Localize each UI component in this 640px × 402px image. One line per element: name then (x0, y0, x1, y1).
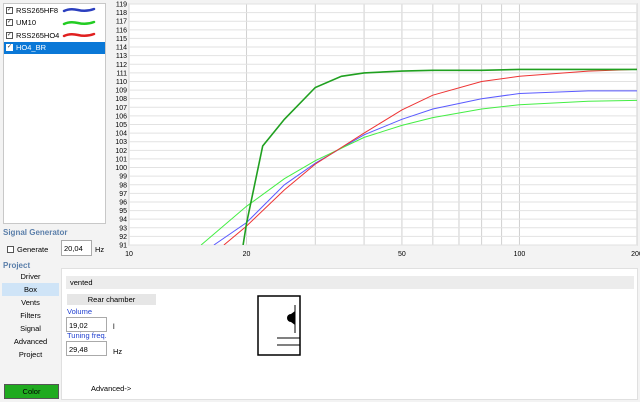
volume-label: Volume (67, 307, 93, 316)
nav-item-driver[interactable]: Driver (2, 270, 59, 283)
tuning-input[interactable]: 29,48 (66, 341, 107, 356)
nav-item-project[interactable]: Project (2, 348, 59, 361)
series-color-swatch (62, 20, 96, 25)
series-checkbox[interactable]: ✓ (6, 31, 13, 39)
y-tick-label: 93 (119, 225, 127, 232)
y-tick-label: 101 (115, 156, 127, 163)
advanced-link[interactable]: Advanced-> (91, 384, 131, 393)
y-tick-label: 105 (115, 122, 127, 129)
y-tick-label: 103 (115, 139, 127, 146)
frequency-unit: Hz (95, 245, 105, 254)
nav-item-vents[interactable]: Vents (2, 296, 59, 309)
y-tick-label: 113 (116, 53, 127, 60)
y-tick-label: 116 (116, 27, 127, 34)
volume-unit: l (113, 322, 115, 331)
box-settings-panel: vented Rear chamber Volume 19,02 l Tunin… (61, 268, 638, 400)
project-title: Project (3, 261, 31, 270)
y-tick-label: 108 (115, 96, 127, 103)
frequency-response-chart: 91 92 93 94 95 96 97 98 99 100 101 102 103 104 105 106 1… (108, 0, 640, 262)
rear-chamber-tab[interactable]: Rear chamber (67, 294, 156, 305)
y-tick-label: 95 (119, 208, 127, 215)
nav-item-box[interactable]: Box (2, 283, 59, 296)
box-outline (257, 295, 301, 356)
series-item[interactable]: ✓ UM10 (4, 17, 105, 30)
series-checkbox[interactable]: ✓ (6, 6, 13, 14)
series-name: RSS265HF8 (16, 5, 59, 15)
x-tick-label: 100 (514, 251, 526, 258)
y-tick-label: 94 (119, 217, 127, 224)
y-tick-label: 118 (116, 10, 127, 17)
series-list[interactable]: ✓ RSS265HF8 ✓ UM10 ✓ RSS265HO4 ✓ HO4_BR (3, 3, 106, 224)
y-tick-label: 91 (119, 243, 127, 250)
driver-magnet-icon (287, 314, 295, 322)
nav-item-signal[interactable]: Signal (2, 322, 59, 335)
y-tick-label: 111 (116, 70, 127, 77)
x-tick-label: 20 (243, 251, 251, 258)
series-item[interactable]: ✓ RSS265HF8 (4, 4, 105, 17)
y-tick-label: 106 (115, 113, 127, 120)
nav-item-advanced[interactable]: Advanced (2, 335, 59, 348)
series-item[interactable]: ✓ HO4_BR (4, 41, 105, 54)
volume-input[interactable]: 19,02 (66, 317, 107, 332)
y-tick-label: 99 (119, 174, 127, 181)
color-button[interactable]: Color (4, 384, 59, 399)
box-type-header[interactable]: vented (66, 276, 634, 289)
y-tick-label: 98 (119, 182, 127, 189)
project-nav: Driver Box Vents Filters Signal Advanced Proje… (2, 270, 59, 361)
y-tick-label: 97 (119, 191, 127, 198)
series-checkbox[interactable]: ✓ (6, 19, 13, 27)
y-tick-label: 96 (119, 199, 127, 206)
y-tick-label: 110 (116, 79, 127, 86)
tuning-unit: Hz (113, 347, 123, 356)
y-tick-label: 107 (115, 105, 127, 112)
series-item[interactable]: ✓ RSS265HO4 (4, 29, 105, 42)
x-tick-label: 10 (125, 251, 133, 258)
y-tick-label: 109 (115, 88, 127, 95)
nav-item-filters[interactable]: Filters (2, 309, 59, 322)
signal-generator-title: Signal Generator (3, 228, 68, 237)
series-checkbox[interactable]: ✓ (6, 44, 13, 52)
frequency-input[interactable]: 20,04 (61, 240, 92, 256)
series-color-swatch (62, 7, 96, 13)
series-name: UM10 (16, 18, 37, 28)
y-tick-label: 102 (115, 148, 127, 155)
checkbox-icon[interactable] (7, 246, 14, 253)
y-tick-label: 112 (116, 62, 127, 69)
y-tick-label: 100 (115, 165, 127, 172)
generate-label: Generate (17, 245, 49, 254)
vented-box-diagram (257, 295, 301, 356)
tuning-label: Tuning freq. (67, 331, 107, 340)
generate-checkbox[interactable]: Generate (7, 245, 48, 254)
y-tick-label: 115 (116, 36, 127, 43)
series-color-swatch (62, 32, 96, 38)
y-tick-label: 119 (116, 2, 127, 9)
y-tick-label: 104 (115, 131, 127, 138)
x-tick-label: 50 (398, 251, 406, 258)
series-name: RSS265HO4 (16, 30, 60, 40)
chart-svg: 9192939495969798991001011021031041051061… (115, 2, 640, 259)
y-tick-label: 117 (116, 19, 127, 26)
y-tick-label: 114 (116, 45, 127, 52)
y-tick-label: 92 (119, 234, 127, 241)
x-tick-label: 200 (631, 251, 640, 258)
series-name: HO4_BR (16, 43, 47, 53)
